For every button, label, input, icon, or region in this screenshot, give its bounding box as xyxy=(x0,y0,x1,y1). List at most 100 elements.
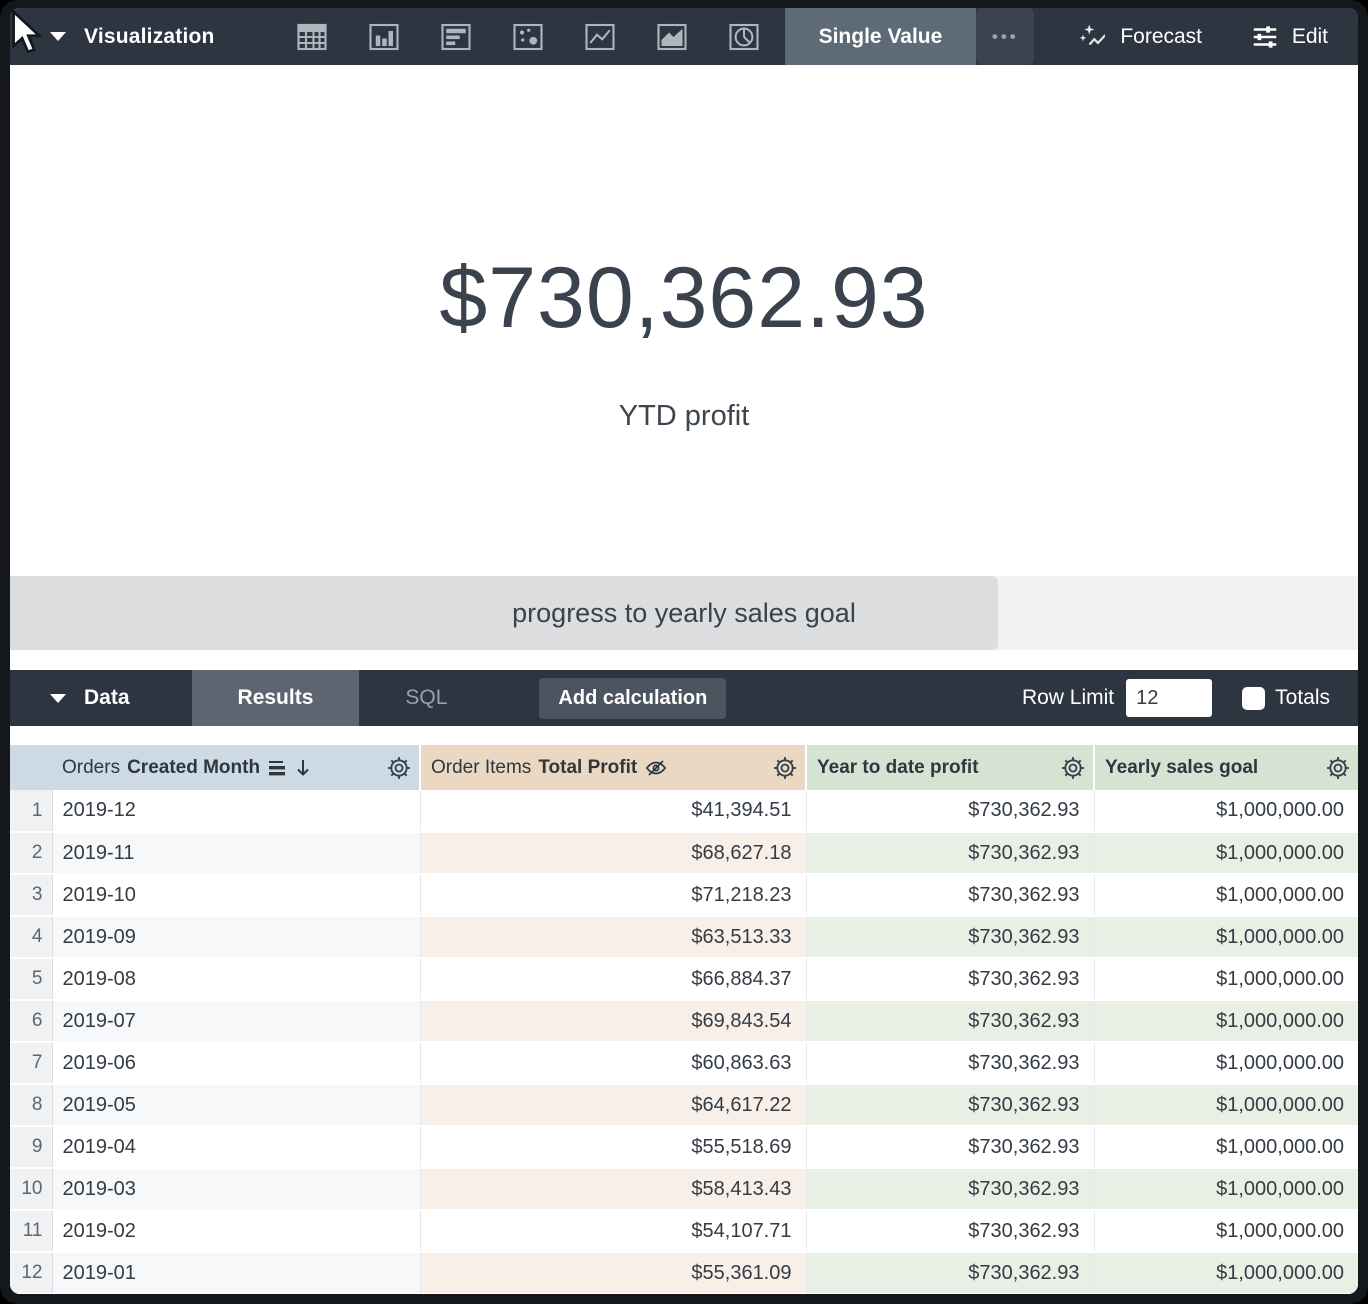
column-header-created-month[interactable]: Orders Created Month xyxy=(52,745,420,790)
viz-type-picker xyxy=(293,18,763,56)
cell-ytd-profit: $730,362.93 xyxy=(806,832,1094,874)
cell-ytd-profit: $730,362.93 xyxy=(806,790,1094,832)
cell-ytd-profit: $730,362.93 xyxy=(806,958,1094,1000)
cell-yearly-sales-goal: $1,000,000.00 xyxy=(1094,958,1358,1000)
progress-label: progress to yearly sales goal xyxy=(10,576,1358,650)
table-icon[interactable] xyxy=(293,18,331,56)
gear-icon[interactable] xyxy=(385,754,413,782)
cell-ytd-profit: $730,362.93 xyxy=(806,874,1094,916)
row-index: 3 xyxy=(10,874,52,916)
cell-yearly-sales-goal: $1,000,000.00 xyxy=(1094,1084,1358,1126)
edit-label: Edit xyxy=(1292,25,1328,49)
forecast-button[interactable]: Forecast xyxy=(1078,22,1202,52)
app-frame: Visualization xyxy=(0,0,1368,1304)
table-row: 102019-03$58,413.43$730,362.93$1,000,000… xyxy=(10,1168,1358,1210)
column-field-name: Yearly sales goal xyxy=(1105,757,1258,779)
cell-created-month: 2019-10 xyxy=(52,874,420,916)
gear-icon[interactable] xyxy=(1324,754,1352,782)
cell-total-profit: $55,361.09 xyxy=(420,1252,806,1294)
column-header-yearly-sales-goal[interactable]: Yearly sales goal xyxy=(1094,745,1358,790)
cell-yearly-sales-goal: $1,000,000.00 xyxy=(1094,790,1358,832)
cell-created-month: 2019-04 xyxy=(52,1126,420,1168)
totals-checkbox[interactable] xyxy=(1242,687,1265,710)
cell-yearly-sales-goal: $1,000,000.00 xyxy=(1094,1000,1358,1042)
cell-yearly-sales-goal: $1,000,000.00 xyxy=(1094,916,1358,958)
row-limit-label: Row Limit xyxy=(1022,686,1114,710)
tab-single-value[interactable]: Single Value xyxy=(785,8,977,65)
tab-sql[interactable]: SQL xyxy=(405,686,447,710)
cell-ytd-profit: $730,362.93 xyxy=(806,916,1094,958)
line-chart-icon[interactable] xyxy=(581,18,619,56)
row-index: 6 xyxy=(10,1000,52,1042)
single-value-label: YTD profit xyxy=(619,400,750,433)
cell-total-profit: $41,394.51 xyxy=(420,790,806,832)
cell-created-month: 2019-02 xyxy=(52,1210,420,1252)
forecast-label: Forecast xyxy=(1120,25,1202,49)
column-header-total-profit[interactable]: Order Items Total Profit xyxy=(420,745,806,790)
scatter-icon[interactable] xyxy=(509,18,547,56)
results-table-body: 12019-12$41,394.51$730,362.93$1,000,000.… xyxy=(10,790,1358,1294)
cell-ytd-profit: $730,362.93 xyxy=(806,1084,1094,1126)
column-view-prefix: Orders xyxy=(62,757,120,779)
table-row: 42019-09$63,513.33$730,362.93$1,000,000.… xyxy=(10,916,1358,958)
cell-created-month: 2019-07 xyxy=(52,1000,420,1042)
data-bar-right: Row Limit Totals xyxy=(1022,679,1330,717)
bar-chart-icon[interactable] xyxy=(437,18,475,56)
data-title: Data xyxy=(84,686,130,710)
cell-total-profit: $68,627.18 xyxy=(420,832,806,874)
cell-ytd-profit: $730,362.93 xyxy=(806,1252,1094,1294)
more-viz-types-button[interactable]: ••• xyxy=(976,8,1034,65)
cell-yearly-sales-goal: $1,000,000.00 xyxy=(1094,1042,1358,1084)
table-row: 12019-12$41,394.51$730,362.93$1,000,000.… xyxy=(10,790,1358,832)
row-index: 12 xyxy=(10,1252,52,1294)
table-row: 32019-10$71,218.23$730,362.93$1,000,000.… xyxy=(10,874,1358,916)
visualization-bar: Visualization xyxy=(10,8,1358,65)
cell-total-profit: $63,513.33 xyxy=(420,916,806,958)
column-header-ytd-profit[interactable]: Year to date profit xyxy=(806,745,1094,790)
row-number-header xyxy=(10,745,52,790)
progress-bar: progress to yearly sales goal xyxy=(10,576,1358,650)
sort-desc-arrow-icon[interactable] xyxy=(294,757,312,779)
row-index: 10 xyxy=(10,1168,52,1210)
eye-off-icon xyxy=(644,756,668,780)
cell-total-profit: $64,617.22 xyxy=(420,1084,806,1126)
row-index: 11 xyxy=(10,1210,52,1252)
table-row: 112019-02$54,107.71$730,362.93$1,000,000… xyxy=(10,1210,1358,1252)
single-value-number: $730,362.93 xyxy=(439,249,928,348)
tune-icon xyxy=(1250,22,1280,52)
column-chart-icon[interactable] xyxy=(365,18,403,56)
edit-button[interactable]: Edit xyxy=(1250,22,1328,52)
area-chart-icon[interactable] xyxy=(653,18,691,56)
gear-icon[interactable] xyxy=(771,754,799,782)
row-limit-input[interactable] xyxy=(1126,679,1212,717)
cell-created-month: 2019-01 xyxy=(52,1252,420,1294)
gear-icon[interactable] xyxy=(1059,754,1087,782)
cell-total-profit: $54,107.71 xyxy=(420,1210,806,1252)
cell-ytd-profit: $730,362.93 xyxy=(806,1000,1094,1042)
cell-total-profit: $55,518.69 xyxy=(420,1126,806,1168)
collapse-data-caret-icon[interactable] xyxy=(50,694,66,703)
row-index: 8 xyxy=(10,1084,52,1126)
cell-yearly-sales-goal: $1,000,000.00 xyxy=(1094,1252,1358,1294)
tab-results[interactable]: Results xyxy=(192,670,360,726)
cell-ytd-profit: $730,362.93 xyxy=(806,1210,1094,1252)
data-bar: Data Results SQL Add calculation Row Lim… xyxy=(10,670,1358,726)
table-row: 52019-08$66,884.37$730,362.93$1,000,000.… xyxy=(10,958,1358,1000)
cell-total-profit: $71,218.23 xyxy=(420,874,806,916)
table-row: 62019-07$69,843.54$730,362.93$1,000,000.… xyxy=(10,1000,1358,1042)
pie-chart-icon[interactable] xyxy=(725,18,763,56)
results-table: Orders Created Month xyxy=(10,745,1358,1294)
add-calculation-button[interactable]: Add calculation xyxy=(539,678,726,719)
subtotal-icon xyxy=(267,759,287,777)
table-row: 22019-11$68,627.18$730,362.93$1,000,000.… xyxy=(10,832,1358,874)
table-row: 92019-04$55,518.69$730,362.93$1,000,000.… xyxy=(10,1126,1358,1168)
cell-ytd-profit: $730,362.93 xyxy=(806,1042,1094,1084)
single-value-visualization: $730,362.93 YTD profit xyxy=(10,65,1358,576)
collapse-visualization-caret-icon[interactable] xyxy=(50,32,66,41)
cell-created-month: 2019-08 xyxy=(52,958,420,1000)
spacer xyxy=(10,650,1358,670)
column-field-name: Created Month xyxy=(127,757,260,779)
spacer xyxy=(10,726,1358,745)
cell-ytd-profit: $730,362.93 xyxy=(806,1126,1094,1168)
sparkle-icon xyxy=(1078,22,1108,52)
